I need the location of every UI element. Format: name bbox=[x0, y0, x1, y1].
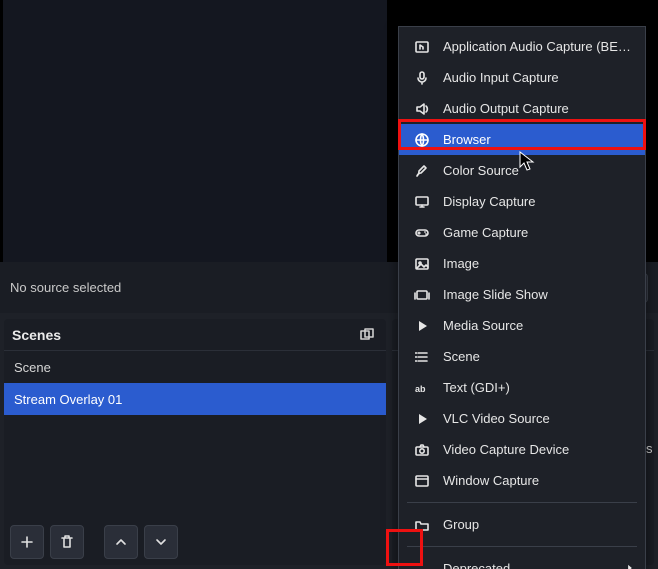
menu-item[interactable]: Image Slide Show bbox=[399, 279, 645, 310]
menu-item-label: Browser bbox=[443, 132, 631, 147]
gamepad-icon bbox=[413, 224, 431, 242]
add-source-menu[interactable]: Application Audio Capture (BETA) Audio In… bbox=[398, 26, 646, 569]
menu-item-label: Group bbox=[443, 517, 631, 532]
globe-icon bbox=[413, 131, 431, 149]
menu-item-label: Application Audio Capture (BETA) bbox=[443, 39, 631, 54]
menu-item-label: Scene bbox=[443, 349, 631, 364]
menu-item-label: Image Slide Show bbox=[443, 287, 631, 302]
speaker-icon bbox=[413, 100, 431, 118]
scenes-popout-button[interactable] bbox=[356, 324, 378, 346]
scenes-list[interactable]: SceneStream Overlay 01 bbox=[4, 351, 386, 519]
scene-item[interactable]: Scene bbox=[4, 351, 386, 383]
play-icon bbox=[413, 410, 431, 428]
brush-icon bbox=[413, 162, 431, 180]
menu-item-label: Game Capture bbox=[443, 225, 631, 240]
menu-item[interactable]: Audio Input Capture bbox=[399, 62, 645, 93]
menu-item[interactable]: Media Source bbox=[399, 310, 645, 341]
menu-item-label: VLC Video Source bbox=[443, 411, 631, 426]
menu-item-group[interactable]: Group bbox=[399, 509, 645, 540]
window-icon bbox=[413, 472, 431, 490]
menu-item[interactable]: ab Text (GDI+) bbox=[399, 372, 645, 403]
menu-item-label: Audio Output Capture bbox=[443, 101, 631, 116]
menu-item[interactable]: Video Capture Device bbox=[399, 434, 645, 465]
source-status-text: No source selected bbox=[10, 280, 441, 295]
add-scene-button[interactable] bbox=[10, 525, 44, 559]
remove-scene-button[interactable] bbox=[50, 525, 84, 559]
app-audio-icon bbox=[413, 38, 431, 56]
image-icon bbox=[413, 255, 431, 273]
menu-item-label: Window Capture bbox=[443, 473, 631, 488]
camera-icon bbox=[413, 441, 431, 459]
menu-item-label: Media Source bbox=[443, 318, 631, 333]
scenes-title: Scenes bbox=[12, 327, 356, 343]
menu-item[interactable]: VLC Video Source bbox=[399, 403, 645, 434]
list-icon bbox=[413, 348, 431, 366]
svg-text:ab: ab bbox=[415, 384, 426, 394]
menu-item-deprecated[interactable]: Deprecated bbox=[399, 553, 645, 569]
menu-item[interactable]: Image bbox=[399, 248, 645, 279]
move-scene-up-button[interactable] bbox=[104, 525, 138, 559]
menu-item-label: Image bbox=[443, 256, 631, 271]
menu-item-label: Video Capture Device bbox=[443, 442, 631, 457]
menu-item[interactable]: Game Capture bbox=[399, 217, 645, 248]
menu-item[interactable]: Display Capture bbox=[399, 186, 645, 217]
menu-item[interactable]: Scene bbox=[399, 341, 645, 372]
menu-item[interactable]: Audio Output Capture bbox=[399, 93, 645, 124]
menu-item[interactable]: Browser bbox=[399, 124, 645, 155]
blank-icon bbox=[413, 560, 431, 569]
scene-item[interactable]: Stream Overlay 01 bbox=[4, 383, 386, 415]
menu-item[interactable]: Color Source bbox=[399, 155, 645, 186]
menu-item-label: Display Capture bbox=[443, 194, 631, 209]
menu-item-label: Text (GDI+) bbox=[443, 380, 631, 395]
play-icon bbox=[413, 317, 431, 335]
mic-icon bbox=[413, 69, 431, 87]
move-scene-down-button[interactable] bbox=[144, 525, 178, 559]
menu-item-label: Audio Input Capture bbox=[443, 70, 631, 85]
folder-icon bbox=[413, 516, 431, 534]
menu-item-label: Color Source bbox=[443, 163, 631, 178]
text-icon: ab bbox=[413, 379, 431, 397]
menu-item[interactable]: Window Capture bbox=[399, 465, 645, 496]
monitor-icon bbox=[413, 193, 431, 211]
slideshow-icon bbox=[413, 286, 431, 304]
chevron-right-icon bbox=[625, 561, 635, 569]
scenes-panel: Scenes SceneStream Overlay 01 bbox=[4, 319, 386, 565]
preview-canvas bbox=[3, 0, 387, 262]
menu-item[interactable]: Application Audio Capture (BETA) bbox=[399, 31, 645, 62]
menu-item-label: Deprecated bbox=[443, 561, 631, 569]
